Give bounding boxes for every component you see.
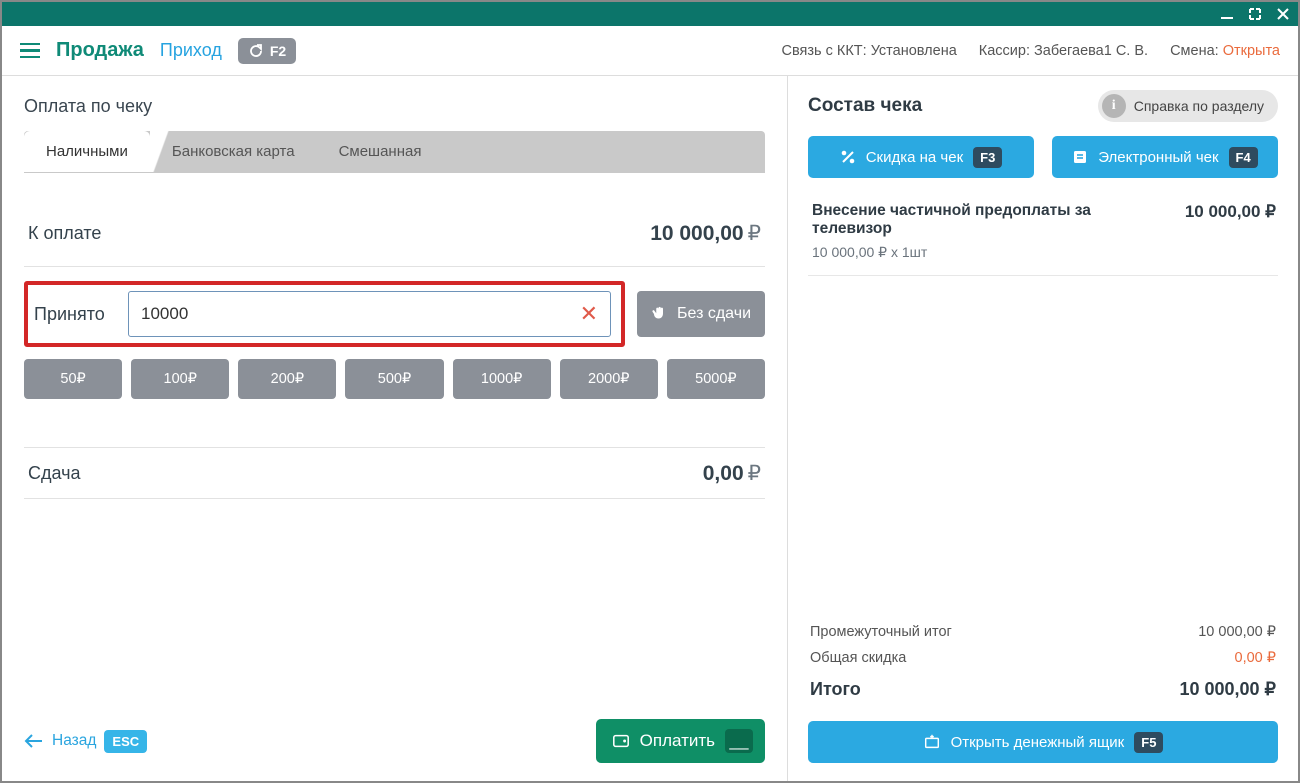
body: Оплата по чеку Наличными Банковская карт…: [2, 76, 1298, 781]
echeck-button[interactable]: Электронный чек F4: [1052, 136, 1278, 178]
preset-2000[interactable]: 2000₽: [560, 359, 658, 399]
receipt-item: Внесение частичной предоплаты за телевиз…: [808, 196, 1278, 276]
total-value: 10 000,00 ₽: [1179, 679, 1276, 700]
receipt-title: Состав чека: [808, 95, 922, 117]
refresh-icon: [248, 43, 264, 59]
receipt-item-detail: 10 000,00 ₽ х 1шт: [812, 244, 1171, 261]
tab-mixed[interactable]: Смешанная: [317, 131, 444, 172]
preset-200[interactable]: 200₽: [238, 359, 336, 399]
menu-icon[interactable]: [20, 43, 40, 59]
preset-50[interactable]: 50₽: [24, 359, 122, 399]
back-label: Назад: [52, 732, 96, 750]
hand-icon: [651, 305, 669, 323]
preset-row: 50₽ 100₽ 200₽ 500₽ 1000₽ 2000₽ 5000₽: [24, 359, 765, 399]
discount-label: Скидка на чек: [866, 149, 963, 166]
discount-kbd: F3: [973, 147, 1002, 168]
topbar: Продажа Приход F2 Связь с ККТ: Установле…: [2, 26, 1298, 76]
to-pay-value: 10 000,00₽: [650, 221, 761, 246]
drawer-label: Открыть денежный ящик: [951, 734, 1125, 751]
tab-cash[interactable]: Наличными: [24, 131, 150, 172]
back-button[interactable]: Назад ESC: [24, 730, 147, 753]
discount-row: Общая скидка 0,00 ₽: [808, 645, 1278, 671]
tab-card[interactable]: Банковская карта: [150, 131, 317, 172]
open-drawer-button[interactable]: Открыть денежный ящик F5: [808, 721, 1278, 763]
cashier: Кассир: Забегаева1 С. В.: [979, 43, 1148, 59]
payment-tabs: Наличными Банковская карта Смешанная: [24, 131, 765, 173]
drawer-kbd: F5: [1134, 732, 1163, 753]
topbar-status: Связь с ККТ: Установлена Кассир: Забегае…: [782, 43, 1281, 59]
to-pay-label: К оплате: [28, 223, 101, 244]
kkt-status: Связь с ККТ: Установлена: [782, 43, 957, 59]
refresh-button[interactable]: F2: [238, 38, 296, 64]
receipt-header: Состав чека i Справка по разделу: [808, 90, 1278, 122]
titlebar: [2, 2, 1298, 26]
help-label: Справка по разделу: [1134, 98, 1264, 114]
change-label: Сдача: [28, 463, 81, 484]
pay-kbd: __: [725, 729, 753, 753]
maximize-icon[interactable]: [1248, 7, 1262, 21]
page-title-main: Продажа: [56, 39, 144, 62]
accepted-input[interactable]: [141, 304, 580, 324]
minimize-icon[interactable]: [1220, 7, 1234, 21]
preset-1000[interactable]: 1000₽: [453, 359, 551, 399]
subtotal-value: 10 000,00 ₽: [1198, 624, 1276, 640]
preset-100[interactable]: 100₽: [131, 359, 229, 399]
discount-total-value: 0,00 ₽: [1235, 650, 1276, 666]
subtotal-row: Промежуточный итог 10 000,00 ₽: [808, 619, 1278, 645]
total-row: Итого 10 000,00 ₽: [808, 671, 1278, 705]
receipt-panel: Состав чека i Справка по разделу Скидка …: [788, 76, 1298, 781]
subtotal-label: Промежуточный итог: [810, 624, 952, 640]
total-label: Итого: [810, 679, 861, 700]
receipt-item-info: Внесение частичной предоплаты за телевиз…: [812, 202, 1171, 261]
payment-title: Оплата по чеку: [24, 96, 765, 117]
totals: Промежуточный итог 10 000,00 ₽ Общая ски…: [808, 619, 1278, 763]
accepted-label: Принято: [34, 304, 118, 325]
accepted-highlight: Принято ✕: [24, 281, 625, 347]
drawer-icon: [923, 733, 941, 751]
echeck-kbd: F4: [1229, 147, 1258, 168]
pay-label: Оплатить: [640, 731, 715, 751]
echeck-label: Электронный чек: [1098, 149, 1218, 166]
discount-total-label: Общая скидка: [810, 650, 906, 666]
page-title-sub: Приход: [160, 40, 222, 61]
refresh-kbd: F2: [270, 43, 286, 59]
wallet-icon: [612, 732, 630, 750]
receipt-item-name: Внесение частичной предоплаты за телевиз…: [812, 202, 1171, 238]
pay-button[interactable]: Оплатить __: [596, 719, 765, 763]
change-value: 0,00₽: [703, 461, 761, 486]
left-footer: Назад ESC Оплатить __: [24, 719, 765, 763]
receipt-icon: [1072, 149, 1088, 165]
accepted-input-box: ✕: [128, 291, 611, 337]
clear-icon[interactable]: ✕: [580, 301, 598, 327]
percent-icon: [840, 149, 856, 165]
change-row: Сдача 0,00₽: [24, 447, 765, 499]
preset-500[interactable]: 500₽: [345, 359, 443, 399]
to-pay-row: К оплате 10 000,00₽: [24, 201, 765, 267]
preset-5000[interactable]: 5000₽: [667, 359, 765, 399]
help-button[interactable]: i Справка по разделу: [1098, 90, 1278, 122]
info-icon: i: [1102, 94, 1126, 118]
close-icon[interactable]: [1276, 7, 1290, 21]
accepted-row: Принято ✕ Без сдачи: [24, 281, 765, 347]
discount-button[interactable]: Скидка на чек F3: [808, 136, 1034, 178]
arrow-left-icon: [24, 734, 44, 748]
receipt-actions: Скидка на чек F3 Электронный чек F4: [808, 136, 1278, 178]
payment-panel: Оплата по чеку Наличными Банковская карт…: [2, 76, 788, 781]
no-change-button[interactable]: Без сдачи: [637, 291, 765, 337]
shift: Смена: Открыта: [1170, 43, 1280, 59]
receipt-item-price: 10 000,00 ₽: [1185, 202, 1276, 222]
no-change-label: Без сдачи: [677, 305, 751, 323]
app-window: Продажа Приход F2 Связь с ККТ: Установле…: [0, 0, 1300, 783]
back-kbd: ESC: [104, 730, 147, 753]
